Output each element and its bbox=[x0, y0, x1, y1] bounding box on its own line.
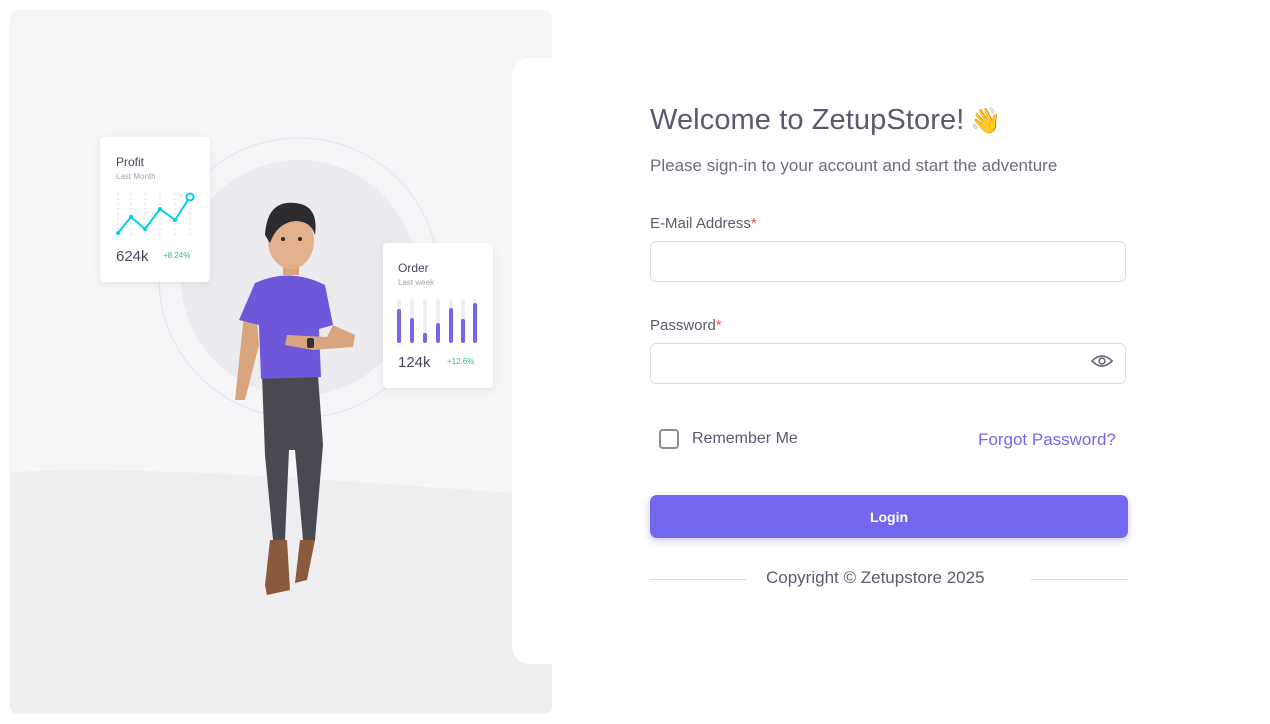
divider-left bbox=[650, 579, 746, 580]
email-label: E-Mail Address* bbox=[650, 215, 757, 232]
email-field[interactable] bbox=[650, 241, 1126, 282]
profit-card: Profit Last Month 624k +8.24% bbox=[100, 137, 210, 282]
order-card-value: 124k bbox=[398, 354, 431, 371]
required-marker: * bbox=[715, 317, 722, 334]
remember-me-checkbox[interactable] bbox=[659, 429, 679, 449]
waving-hand-emoji: 👋 bbox=[970, 107, 1002, 135]
login-button[interactable]: Login bbox=[650, 495, 1128, 538]
profit-card-change: +8.24% bbox=[163, 251, 191, 260]
password-field[interactable] bbox=[650, 343, 1126, 384]
divider-right bbox=[1031, 579, 1128, 580]
profit-card-value: 624k bbox=[116, 248, 149, 265]
remember-me-label[interactable]: Remember Me bbox=[692, 430, 798, 448]
page-subtitle: Please sign-in to your account and start… bbox=[650, 156, 1058, 175]
required-marker: * bbox=[750, 215, 757, 232]
password-label: Password* bbox=[650, 317, 722, 334]
copyright-text: Copyright © Zetupstore 2025 bbox=[766, 568, 985, 587]
eye-icon[interactable] bbox=[1091, 352, 1113, 370]
welcome-title-text: Welcome to ZetupStore! bbox=[650, 104, 965, 136]
order-card-change: +12.6% bbox=[447, 357, 475, 366]
email-label-text: E-Mail Address bbox=[650, 215, 751, 232]
password-label-text: Password bbox=[650, 317, 716, 334]
character-illustration bbox=[235, 202, 355, 595]
page-title: Welcome to ZetupStore! 👋 bbox=[650, 104, 1002, 137]
order-card: Order Last week 124k +12.6% bbox=[383, 243, 493, 388]
forgot-password-link[interactable]: Forgot Password? bbox=[978, 430, 1116, 450]
